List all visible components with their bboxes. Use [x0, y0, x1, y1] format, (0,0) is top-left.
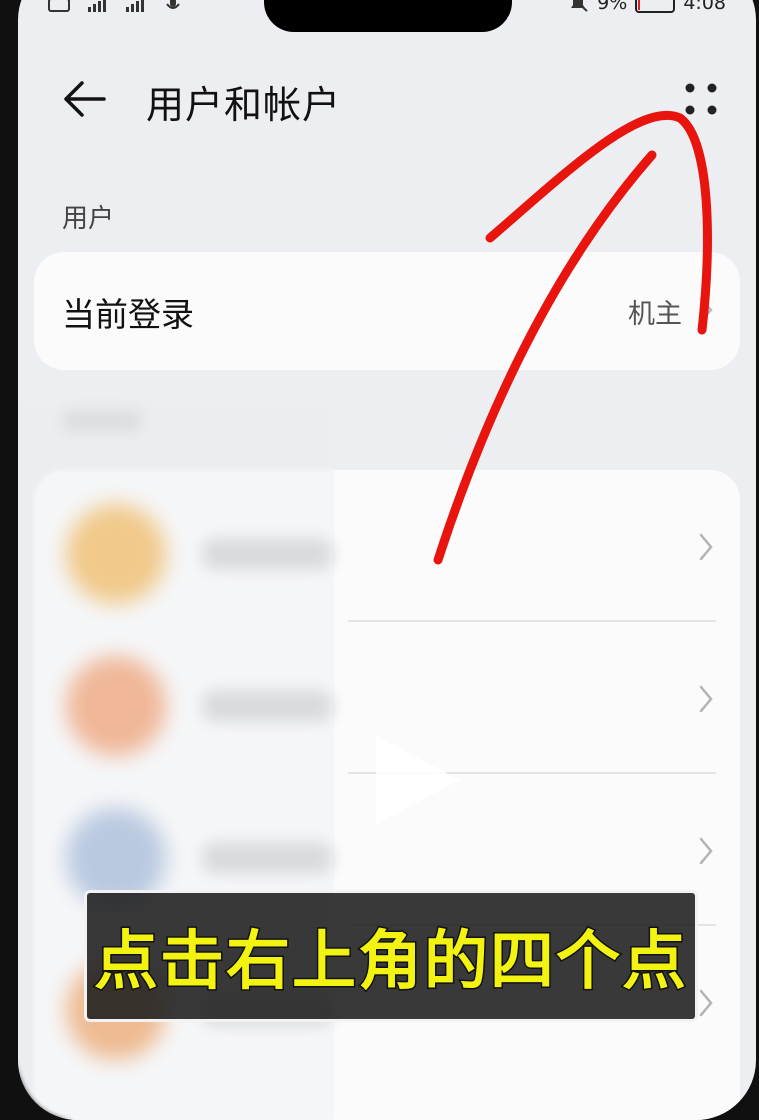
- users-section-label: 用户: [62, 204, 115, 234]
- signal-icon: [88, 0, 106, 12]
- signal-icon-2: [126, 0, 144, 12]
- battery-icon: [635, 0, 676, 13]
- chevron-right-icon: [699, 837, 713, 865]
- caption-text: 点击右上角的四个点: [93, 924, 688, 1001]
- more-options-icon[interactable]: [676, 74, 726, 124]
- chevron-right-icon: [699, 297, 713, 323]
- battery-percent: 9%: [597, 0, 628, 14]
- current-login-value: 机主: [628, 299, 682, 330]
- app-header: 用户和帐户: [18, 70, 756, 132]
- bell-mute-icon: [571, 0, 588, 12]
- play-icon: [376, 736, 460, 824]
- chevron-right-icon: [699, 989, 713, 1017]
- status-bar: 9% 4:08: [18, 0, 756, 18]
- current-login-label: 当前登录: [62, 295, 194, 334]
- clock: 4:08: [683, 0, 726, 14]
- microphone-icon: [166, 0, 180, 9]
- chevron-right-icon: [699, 685, 713, 713]
- caption-banner: 点击右上角的四个点: [84, 890, 698, 1022]
- chevron-right-icon: [699, 533, 713, 561]
- page-title: 用户和帐户: [146, 83, 342, 127]
- current-login-row[interactable]: 当前登录 机主: [34, 252, 740, 370]
- sim-card-icon: [48, 0, 70, 12]
- back-arrow-icon[interactable]: [60, 74, 110, 124]
